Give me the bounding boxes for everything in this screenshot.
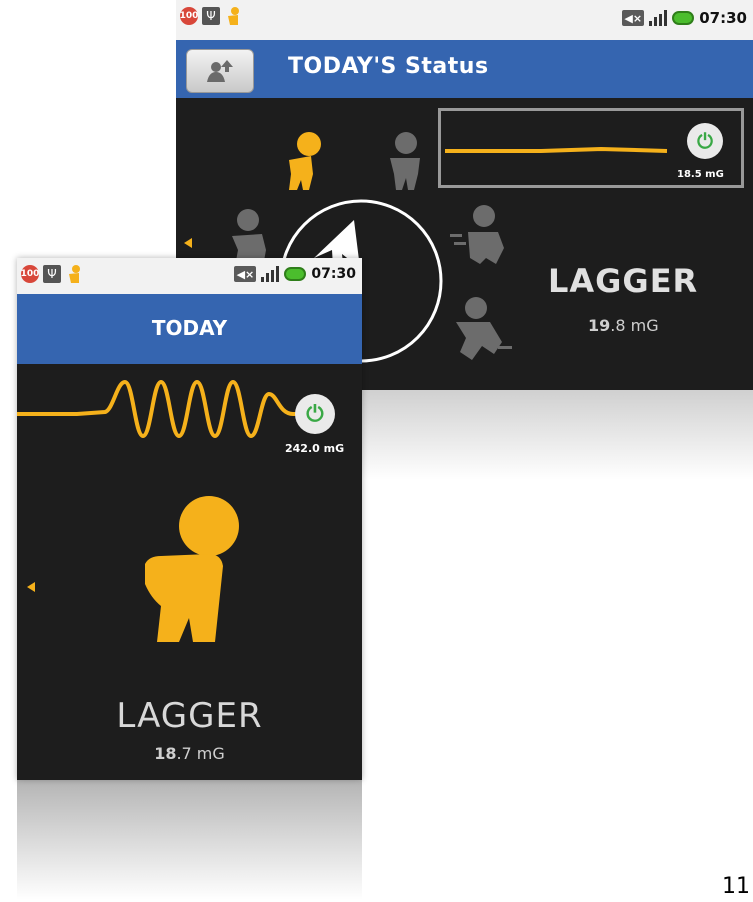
usb-icon: Ψ [202, 7, 220, 25]
status-label: LAGGER [548, 262, 699, 300]
signal-icon [649, 10, 668, 26]
status-value: 18.7 mG [154, 744, 225, 763]
share-person-icon [207, 60, 233, 82]
field-wave-panel: ⏻ 18.5 mG [438, 108, 744, 188]
usb-icon: Ψ [43, 265, 61, 283]
activity-figure-icon [69, 265, 80, 283]
field-reading: 242.0 mG [285, 442, 345, 455]
battery-saver-icon: 100 [180, 7, 198, 25]
scroll-left-arrow-icon[interactable] [184, 238, 192, 248]
power-icon[interactable]: ⏻ [295, 394, 335, 434]
field-reading: 18.5 mG [677, 169, 724, 180]
title-bar: TODAY'S Status [176, 40, 753, 98]
sprinting-figure-icon [456, 297, 512, 360]
mute-icon: ◀× [622, 10, 645, 26]
signal-icon [261, 266, 280, 282]
battery-icon [284, 267, 307, 281]
status-screen-portrait: 100 Ψ ◀× 07:30 TODAY ⏻ 242.0 mG LAGGER 1… [17, 258, 362, 780]
page-title: TODAY'S Status [288, 54, 489, 79]
running-figure-icon [450, 205, 504, 264]
title-bar: TODAY [17, 294, 362, 364]
status-bar: 100 Ψ ◀× 07:30 [176, 0, 753, 41]
active-figure-icon [289, 132, 321, 190]
page-title: TODAY [151, 316, 228, 340]
share-button[interactable] [186, 49, 254, 93]
mute-icon: ◀× [234, 266, 257, 282]
page-number: 11 [722, 874, 750, 899]
power-icon[interactable]: ⏻ [687, 123, 723, 159]
clock: 07:30 [699, 9, 747, 27]
clock: 07:30 [311, 266, 356, 282]
front-screen-reflection [17, 780, 362, 900]
battery-icon [672, 11, 695, 25]
status-value: 19.8 mG [588, 316, 659, 335]
standing-figure-icon [390, 132, 420, 190]
activity-figure-icon [228, 7, 239, 25]
status-bar: 100 Ψ ◀× 07:30 [17, 258, 362, 295]
active-figure-icon [145, 496, 239, 642]
scroll-left-arrow-icon[interactable] [27, 582, 35, 592]
battery-saver-icon: 100 [21, 265, 39, 283]
status-label: LAGGER [116, 696, 263, 736]
